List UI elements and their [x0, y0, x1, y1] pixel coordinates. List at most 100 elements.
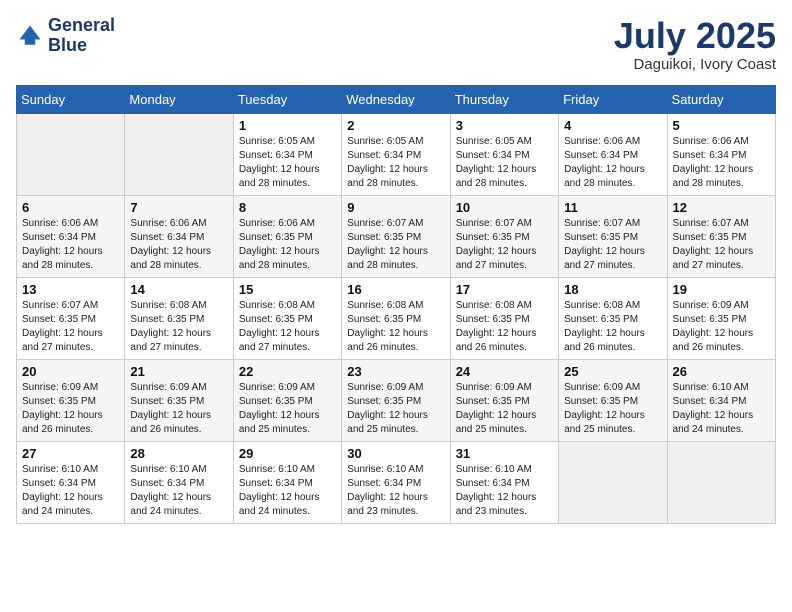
day-info: Sunrise: 6:09 AM Sunset: 6:35 PM Dayligh… — [564, 381, 661, 437]
weekday-header-friday: Friday — [559, 85, 667, 113]
day-info: Sunrise: 6:07 AM Sunset: 6:35 PM Dayligh… — [673, 217, 770, 273]
calendar-cell: 17 Sunrise: 6:08 AM Sunset: 6:35 PM Dayli… — [450, 277, 558, 359]
day-info: Sunrise: 6:09 AM Sunset: 6:35 PM Dayligh… — [347, 381, 444, 437]
week-row-5: 27 Sunrise: 6:10 AM Sunset: 6:34 PM Dayli… — [17, 441, 776, 523]
calendar-cell: 23Sunrise: 6:09 AM Sunset: 6:35 PM Dayli… — [342, 359, 450, 441]
day-info: Sunrise: 6:10 AM Sunset: 6:34 PM Dayligh… — [22, 463, 119, 519]
day-info: Sunrise: 6:10 AM Sunset: 6:34 PM Dayligh… — [673, 381, 770, 437]
day-info: Sunrise: 6:06 AM Sunset: 6:34 PM Dayligh… — [22, 217, 119, 273]
calendar-cell: 13Sunrise: 6:07 AM Sunset: 6:35 PM Dayli… — [17, 277, 125, 359]
day-number: 24 — [456, 364, 553, 379]
calendar-cell — [17, 113, 125, 195]
title-block: July 2025 Daguikoi, Ivory Coast — [614, 16, 776, 73]
day-info: Sunrise: 6:09 AM Sunset: 6:35 PM Dayligh… — [130, 381, 227, 437]
weekday-header-row: SundayMondayTuesdayWednesdayThursdayFrid… — [17, 85, 776, 113]
day-number: 31 — [456, 446, 553, 461]
calendar-cell: 7 Sunrise: 6:06 AM Sunset: 6:34 PM Daylig… — [125, 195, 233, 277]
calendar-cell: 4 Sunrise: 6:06 AM Sunset: 6:34 PM Daylig… — [559, 113, 667, 195]
day-number: 30 — [347, 446, 444, 461]
calendar-cell: 2 Sunrise: 6:05 AM Sunset: 6:34 PM Daylig… — [342, 113, 450, 195]
calendar-cell: 27 Sunrise: 6:10 AM Sunset: 6:34 PM Dayli… — [17, 441, 125, 523]
weekday-header-saturday: Saturday — [667, 85, 775, 113]
week-row-4: 20Sunrise: 6:09 AM Sunset: 6:35 PM Dayli… — [17, 359, 776, 441]
logo-icon — [16, 22, 44, 50]
calendar-cell: 26 Sunrise: 6:10 AM Sunset: 6:34 PM Dayli… — [667, 359, 775, 441]
calendar-cell: 22 Sunrise: 6:09 AM Sunset: 6:35 PM Dayli… — [233, 359, 341, 441]
calendar-cell: 15 Sunrise: 6:08 AM Sunset: 6:35 PM Dayli… — [233, 277, 341, 359]
day-info: Sunrise: 6:06 AM Sunset: 6:35 PM Dayligh… — [239, 217, 336, 273]
day-info: Sunrise: 6:10 AM Sunset: 6:34 PM Dayligh… — [347, 463, 444, 519]
day-number: 8 — [239, 200, 336, 215]
week-row-1: 1Sunrise: 6:05 AM Sunset: 6:34 PM Daylig… — [17, 113, 776, 195]
calendar-cell: 25 Sunrise: 6:09 AM Sunset: 6:35 PM Dayli… — [559, 359, 667, 441]
day-info: Sunrise: 6:05 AM Sunset: 6:34 PM Dayligh… — [347, 135, 444, 191]
location-title: Daguikoi, Ivory Coast — [614, 56, 776, 73]
day-info: Sunrise: 6:05 AM Sunset: 6:34 PM Dayligh… — [456, 135, 553, 191]
calendar-cell: 14Sunrise: 6:08 AM Sunset: 6:35 PM Dayli… — [125, 277, 233, 359]
month-title: July 2025 — [614, 16, 776, 56]
calendar-cell: 12 Sunrise: 6:07 AM Sunset: 6:35 PM Dayli… — [667, 195, 775, 277]
day-info: Sunrise: 6:05 AM Sunset: 6:34 PM Dayligh… — [239, 135, 336, 191]
day-info: Sunrise: 6:07 AM Sunset: 6:35 PM Dayligh… — [564, 217, 661, 273]
day-number: 9 — [347, 200, 444, 215]
week-row-3: 13Sunrise: 6:07 AM Sunset: 6:35 PM Dayli… — [17, 277, 776, 359]
day-number: 16 — [347, 282, 444, 297]
day-info: Sunrise: 6:09 AM Sunset: 6:35 PM Dayligh… — [456, 381, 553, 437]
calendar-cell: 16 Sunrise: 6:08 AM Sunset: 6:35 PM Dayli… — [342, 277, 450, 359]
day-number: 2 — [347, 118, 444, 133]
day-info: Sunrise: 6:09 AM Sunset: 6:35 PM Dayligh… — [239, 381, 336, 437]
calendar-cell: 24 Sunrise: 6:09 AM Sunset: 6:35 PM Dayli… — [450, 359, 558, 441]
day-number: 12 — [673, 200, 770, 215]
calendar-cell: 3 Sunrise: 6:05 AM Sunset: 6:34 PM Daylig… — [450, 113, 558, 195]
weekday-header-sunday: Sunday — [17, 85, 125, 113]
calendar-cell: 1Sunrise: 6:05 AM Sunset: 6:34 PM Daylig… — [233, 113, 341, 195]
day-number: 11 — [564, 200, 661, 215]
week-row-2: 6 Sunrise: 6:06 AM Sunset: 6:34 PM Daylig… — [17, 195, 776, 277]
day-info: Sunrise: 6:08 AM Sunset: 6:35 PM Dayligh… — [239, 299, 336, 355]
day-info: Sunrise: 6:09 AM Sunset: 6:35 PM Dayligh… — [22, 381, 119, 437]
day-number: 7 — [130, 200, 227, 215]
calendar-table: SundayMondayTuesdayWednesdayThursdayFrid… — [16, 85, 776, 524]
calendar-cell: 29 Sunrise: 6:10 AM Sunset: 6:34 PM Dayli… — [233, 441, 341, 523]
day-number: 26 — [673, 364, 770, 379]
day-number: 3 — [456, 118, 553, 133]
day-info: Sunrise: 6:10 AM Sunset: 6:34 PM Dayligh… — [239, 463, 336, 519]
day-number: 29 — [239, 446, 336, 461]
day-info: Sunrise: 6:06 AM Sunset: 6:34 PM Dayligh… — [564, 135, 661, 191]
calendar-cell — [125, 113, 233, 195]
day-info: Sunrise: 6:10 AM Sunset: 6:34 PM Dayligh… — [130, 463, 227, 519]
day-number: 18 — [564, 282, 661, 297]
day-info: Sunrise: 6:08 AM Sunset: 6:35 PM Dayligh… — [456, 299, 553, 355]
calendar-cell: 11 Sunrise: 6:07 AM Sunset: 6:35 PM Dayli… — [559, 195, 667, 277]
logo: General Blue — [16, 16, 115, 56]
weekday-header-thursday: Thursday — [450, 85, 558, 113]
calendar-cell: 28Sunrise: 6:10 AM Sunset: 6:34 PM Dayli… — [125, 441, 233, 523]
day-info: Sunrise: 6:08 AM Sunset: 6:35 PM Dayligh… — [564, 299, 661, 355]
weekday-header-wednesday: Wednesday — [342, 85, 450, 113]
day-number: 21 — [130, 364, 227, 379]
day-number: 25 — [564, 364, 661, 379]
calendar-cell: 5Sunrise: 6:06 AM Sunset: 6:34 PM Daylig… — [667, 113, 775, 195]
day-info: Sunrise: 6:10 AM Sunset: 6:34 PM Dayligh… — [456, 463, 553, 519]
day-info: Sunrise: 6:06 AM Sunset: 6:34 PM Dayligh… — [130, 217, 227, 273]
day-info: Sunrise: 6:08 AM Sunset: 6:35 PM Dayligh… — [130, 299, 227, 355]
day-number: 6 — [22, 200, 119, 215]
day-number: 15 — [239, 282, 336, 297]
day-number: 10 — [456, 200, 553, 215]
day-number: 19 — [673, 282, 770, 297]
day-info: Sunrise: 6:07 AM Sunset: 6:35 PM Dayligh… — [22, 299, 119, 355]
calendar-cell: 20Sunrise: 6:09 AM Sunset: 6:35 PM Dayli… — [17, 359, 125, 441]
day-number: 17 — [456, 282, 553, 297]
calendar-cell: 31 Sunrise: 6:10 AM Sunset: 6:34 PM Dayli… — [450, 441, 558, 523]
calendar-cell: 10Sunrise: 6:07 AM Sunset: 6:35 PM Dayli… — [450, 195, 558, 277]
day-number: 4 — [564, 118, 661, 133]
weekday-header-monday: Monday — [125, 85, 233, 113]
day-number: 27 — [22, 446, 119, 461]
day-number: 22 — [239, 364, 336, 379]
calendar-cell — [667, 441, 775, 523]
weekday-header-tuesday: Tuesday — [233, 85, 341, 113]
day-info: Sunrise: 6:08 AM Sunset: 6:35 PM Dayligh… — [347, 299, 444, 355]
day-info: Sunrise: 6:07 AM Sunset: 6:35 PM Dayligh… — [347, 217, 444, 273]
calendar-cell: 8 Sunrise: 6:06 AM Sunset: 6:35 PM Daylig… — [233, 195, 341, 277]
page-header: General Blue July 2025 Daguikoi, Ivory C… — [16, 16, 776, 73]
